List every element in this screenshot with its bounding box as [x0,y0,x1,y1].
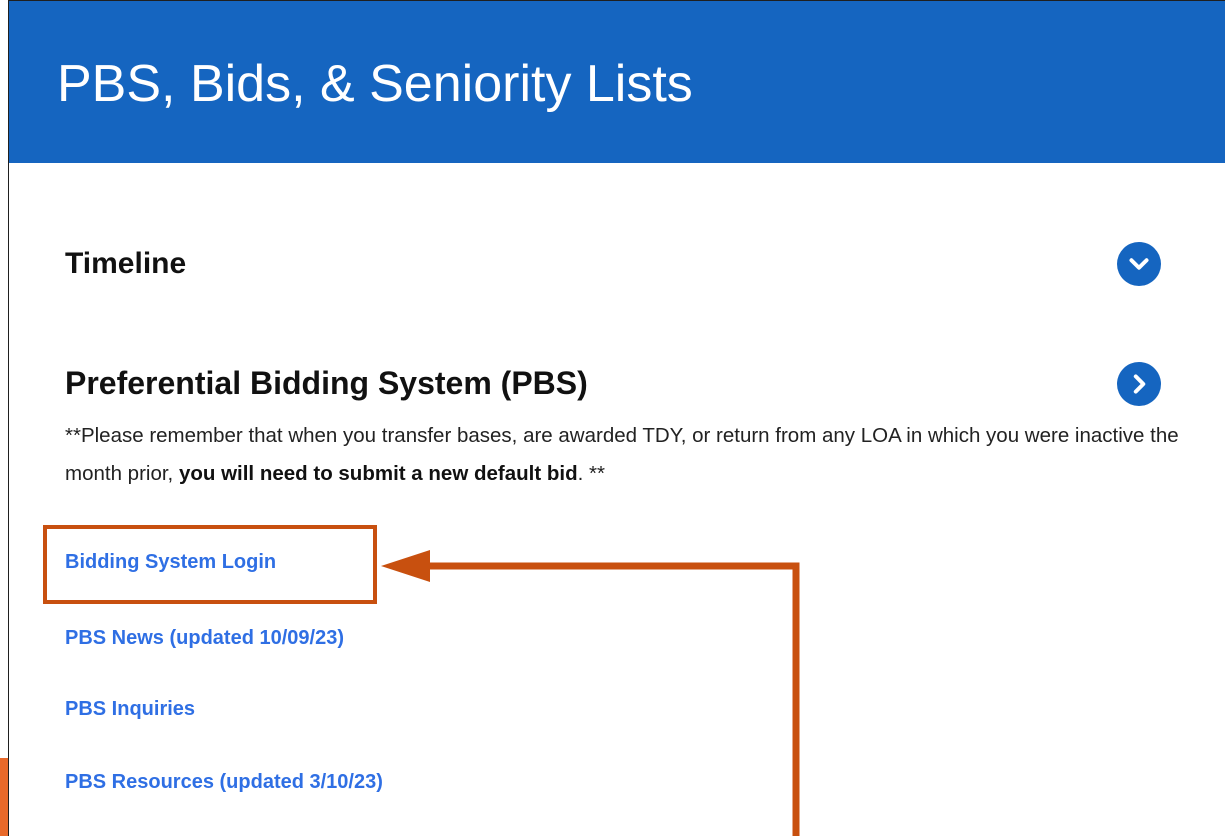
section-title-timeline[interactable]: Timeline [65,245,186,283]
pbs-toggle-button[interactable] [1117,362,1161,406]
page-title: PBS, Bids, & Seniority Lists [57,55,693,113]
notice-suffix: . ** [577,462,605,485]
pbs-inquiries-link[interactable]: PBS Inquiries [65,695,195,723]
pbs-resources-link[interactable]: PBS Resources (updated 3/10/23) [65,768,383,796]
chevron-down-icon [1129,258,1149,270]
bidding-system-login-link[interactable]: Bidding System Login [65,548,276,576]
timeline-toggle-button[interactable] [1117,242,1161,286]
chevron-right-icon [1133,374,1146,394]
notice-emphasis: you will need to submit a new default bi… [178,462,578,485]
slide-edge-accent [0,758,8,836]
pbs-news-link[interactable]: PBS News (updated 10/09/23) [65,624,344,652]
default-bid-notice: **Please remember that when you transfer… [65,417,1205,493]
section-title-pbs[interactable]: Preferential Bidding System (PBS) [65,362,588,404]
